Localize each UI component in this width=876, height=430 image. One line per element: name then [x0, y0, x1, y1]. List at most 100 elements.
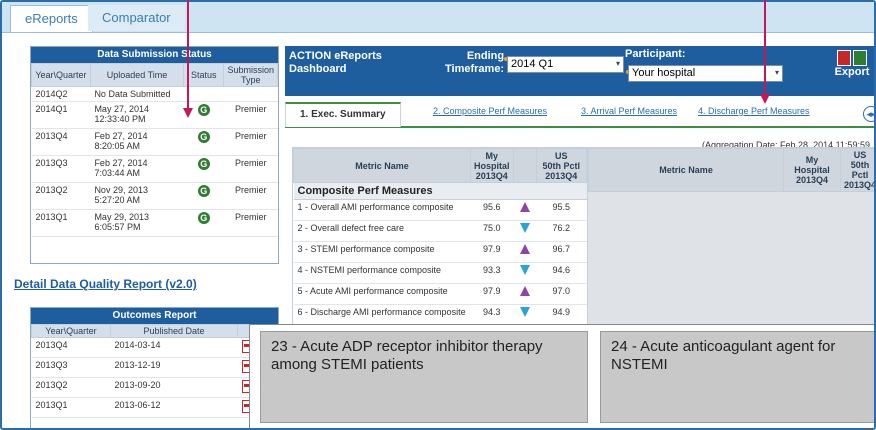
section-title: Composite Perf Measures: [293, 182, 587, 200]
type-cell: Premier: [223, 182, 278, 210]
metric-name[interactable]: 4 - NSTEMI performance composite: [293, 262, 471, 284]
col-header-uploaded: Uploaded Time: [89, 63, 185, 87]
published-cell: 2013-09-20: [110, 377, 238, 398]
my-hospital-header: My Hospital 2013Q4: [783, 148, 841, 192]
quarter-cell: 2013Q4: [31, 128, 91, 156]
trend-up-icon: [519, 202, 530, 212]
us-pctl-header: US 50th Pctl 2013Q4: [839, 148, 874, 192]
trend-down-icon: [519, 307, 530, 317]
quarter-cell: 2014Q2: [31, 86, 91, 102]
subtab-composite-perf[interactable]: 2. Composite Perf Measures: [433, 106, 547, 116]
status-complete-icon[interactable]: G: [197, 185, 210, 197]
type-cell: Premier: [223, 128, 278, 156]
outcomes-report-title: Outcomes Report: [31, 308, 278, 324]
participant-select[interactable]: Your hospital ▾: [628, 65, 783, 82]
trend-down-icon: [519, 223, 530, 233]
top-tab-bar: eReports Comparator: [2, 2, 874, 33]
col-header-type: Submission Type: [223, 63, 278, 87]
quarter-cell: 2013Q2: [31, 377, 111, 398]
us-pctl-value: 95.5: [536, 199, 587, 221]
metric-name-header: Metric Name: [293, 148, 471, 183]
my-hospital-value: 93.3: [470, 262, 514, 284]
dashboard-header: ACTION eReports Dashboard Ending Timefra…: [285, 46, 874, 96]
quarter-cell: 2013Q3: [31, 357, 111, 378]
submission-status-title: Data Submission Status: [31, 47, 278, 63]
my-hospital-value: 97.9: [470, 283, 514, 305]
timeframe-label-line1: Ending: [466, 50, 505, 62]
trend-down-icon: [519, 265, 530, 275]
table-row: 2013Q2 Nov 29, 2013 5:27:20 AM G Premier: [31, 182, 278, 210]
trend-up-icon: [519, 286, 530, 296]
published-cell: 2013-06-12: [110, 397, 238, 418]
table-row: 1 - Overall AMI performance composite 95…: [293, 199, 587, 221]
tab-ereports[interactable]: eReports: [10, 5, 93, 32]
export-button[interactable]: Export: [833, 50, 871, 78]
quarter-cell: 2014Q1: [31, 101, 91, 129]
tab-scroll-icon[interactable]: ◂▸: [863, 106, 874, 122]
submission-status-panel: Data Submission Status Year\Quarter Uplo…: [30, 46, 279, 264]
metric-card-23[interactable]: 23 - Acute ADP receptor inhibitor therap…: [260, 331, 588, 423]
status-cell: G: [183, 182, 224, 210]
excel-export-icon[interactable]: [853, 50, 867, 66]
uploaded-cell: May 29, 2013 6:05:57 PM: [90, 209, 184, 237]
status-cell: G: [183, 101, 224, 129]
quarter-cell: 2013Q2: [31, 182, 91, 210]
quarter-cell: 2013Q3: [31, 155, 91, 183]
uploaded-cell: Feb 27, 2014 8:20:05 AM: [90, 128, 184, 156]
metric-name[interactable]: 1 - Overall AMI performance composite: [293, 199, 471, 221]
status-complete-icon[interactable]: G: [197, 104, 210, 116]
dashboard-title: ACTION eReports Dashboard: [289, 50, 382, 76]
detail-data-quality-link[interactable]: Detail Data Quality Report (v2.0): [14, 277, 197, 291]
us-pctl-value: 97.0: [536, 283, 587, 305]
col-header-status: Status: [183, 63, 225, 87]
table-row: 2013Q3 Feb 27, 2014 7:03:44 AM G Premier: [31, 155, 278, 183]
published-cell: 2014-03-14: [110, 337, 238, 358]
type-cell: Premier: [223, 209, 278, 237]
timeframe-select[interactable]: 2014 Q1 ▾: [507, 56, 624, 73]
metric-name[interactable]: 2 - Overall defect free care: [293, 220, 471, 242]
pdf-export-icon[interactable]: [837, 50, 851, 66]
status-complete-icon[interactable]: G: [197, 131, 210, 143]
metrics-left-column: Metric Name My Hospital 2013Q4 US 50th P…: [293, 148, 588, 326]
published-cell: 2013-12-19: [110, 357, 238, 378]
subtab-exec-summary[interactable]: 1. Exec. Summary: [285, 102, 401, 127]
table-row: 5 - Acute AMI performance composite 97.9…: [293, 283, 587, 305]
status-complete-icon[interactable]: G: [197, 158, 210, 170]
col-header-quarter: Year\Quarter: [31, 63, 91, 87]
dashboard-title-line2: Dashboard: [289, 63, 347, 75]
metric-name[interactable]: 6 - Discharge AMI performance composite: [293, 304, 471, 326]
my-hospital-value: 97.9: [470, 241, 514, 263]
quarter-cell: 2013Q4: [31, 337, 111, 358]
participant-label: Participant:: [625, 48, 686, 60]
report-subtabs: 1. Exec. Summary 2. Composite Perf Measu…: [285, 102, 874, 128]
metrics-table: Metric Name My Hospital 2013Q4 US 50th P…: [292, 147, 874, 339]
status-complete-icon[interactable]: G: [197, 212, 210, 224]
table-row: 2013Q4 Feb 27, 2014 8:20:05 AM G Premier: [31, 128, 278, 156]
subtab-arrival-perf[interactable]: 3. Arrival Perf Measures: [581, 106, 677, 116]
metric-card-24[interactable]: 24 - Acute anticoagulant agent for NSTEM…: [600, 331, 874, 423]
status-cell: G: [183, 128, 224, 156]
table-row: 2013Q1 May 29, 2013 6:05:57 PM G Premier: [31, 209, 278, 237]
chevron-down-icon: ▾: [615, 59, 620, 68]
table-row: 6 - Discharge AMI performance composite …: [293, 304, 587, 326]
us-pctl-header: US 50th Pctl 2013Q4: [535, 148, 588, 183]
timeframe-label: Ending Timeframe:: [445, 50, 504, 76]
quarter-cell: 2013Q1: [31, 397, 111, 418]
table-row: 2 - Overall defect free care 75.0 76.2: [293, 220, 587, 242]
table-row: 2014Q1 May 27, 2014 12:33:40 PM G Premie…: [31, 101, 278, 129]
table-row: 4 - NSTEMI performance composite 93.3 94…: [293, 262, 587, 284]
metric-name[interactable]: 3 - STEMI performance composite: [293, 241, 471, 263]
app-window: eReports Comparator Data Submission Stat…: [0, 0, 876, 430]
outcomes-report-panel: Outcomes Report Year\Quarter Published D…: [30, 307, 279, 428]
trend-up-icon: [519, 244, 530, 254]
table-row: 2014Q2 No Data Submitted: [31, 86, 278, 102]
tab-comparator[interactable]: Comparator: [88, 5, 185, 31]
col-header-published: Published Date: [110, 324, 238, 338]
export-label: Export: [834, 66, 870, 78]
subtab-discharge-perf[interactable]: 4. Discharge Perf Measures: [698, 106, 810, 116]
type-cell: Premier: [223, 155, 278, 183]
participant-value: Your hospital: [632, 67, 696, 79]
uploaded-cell: No Data Submitted: [90, 86, 278, 102]
table-row: 2013Q3 2013-12-19: [31, 357, 278, 378]
metric-name[interactable]: 5 - Acute AMI performance composite: [293, 283, 471, 305]
